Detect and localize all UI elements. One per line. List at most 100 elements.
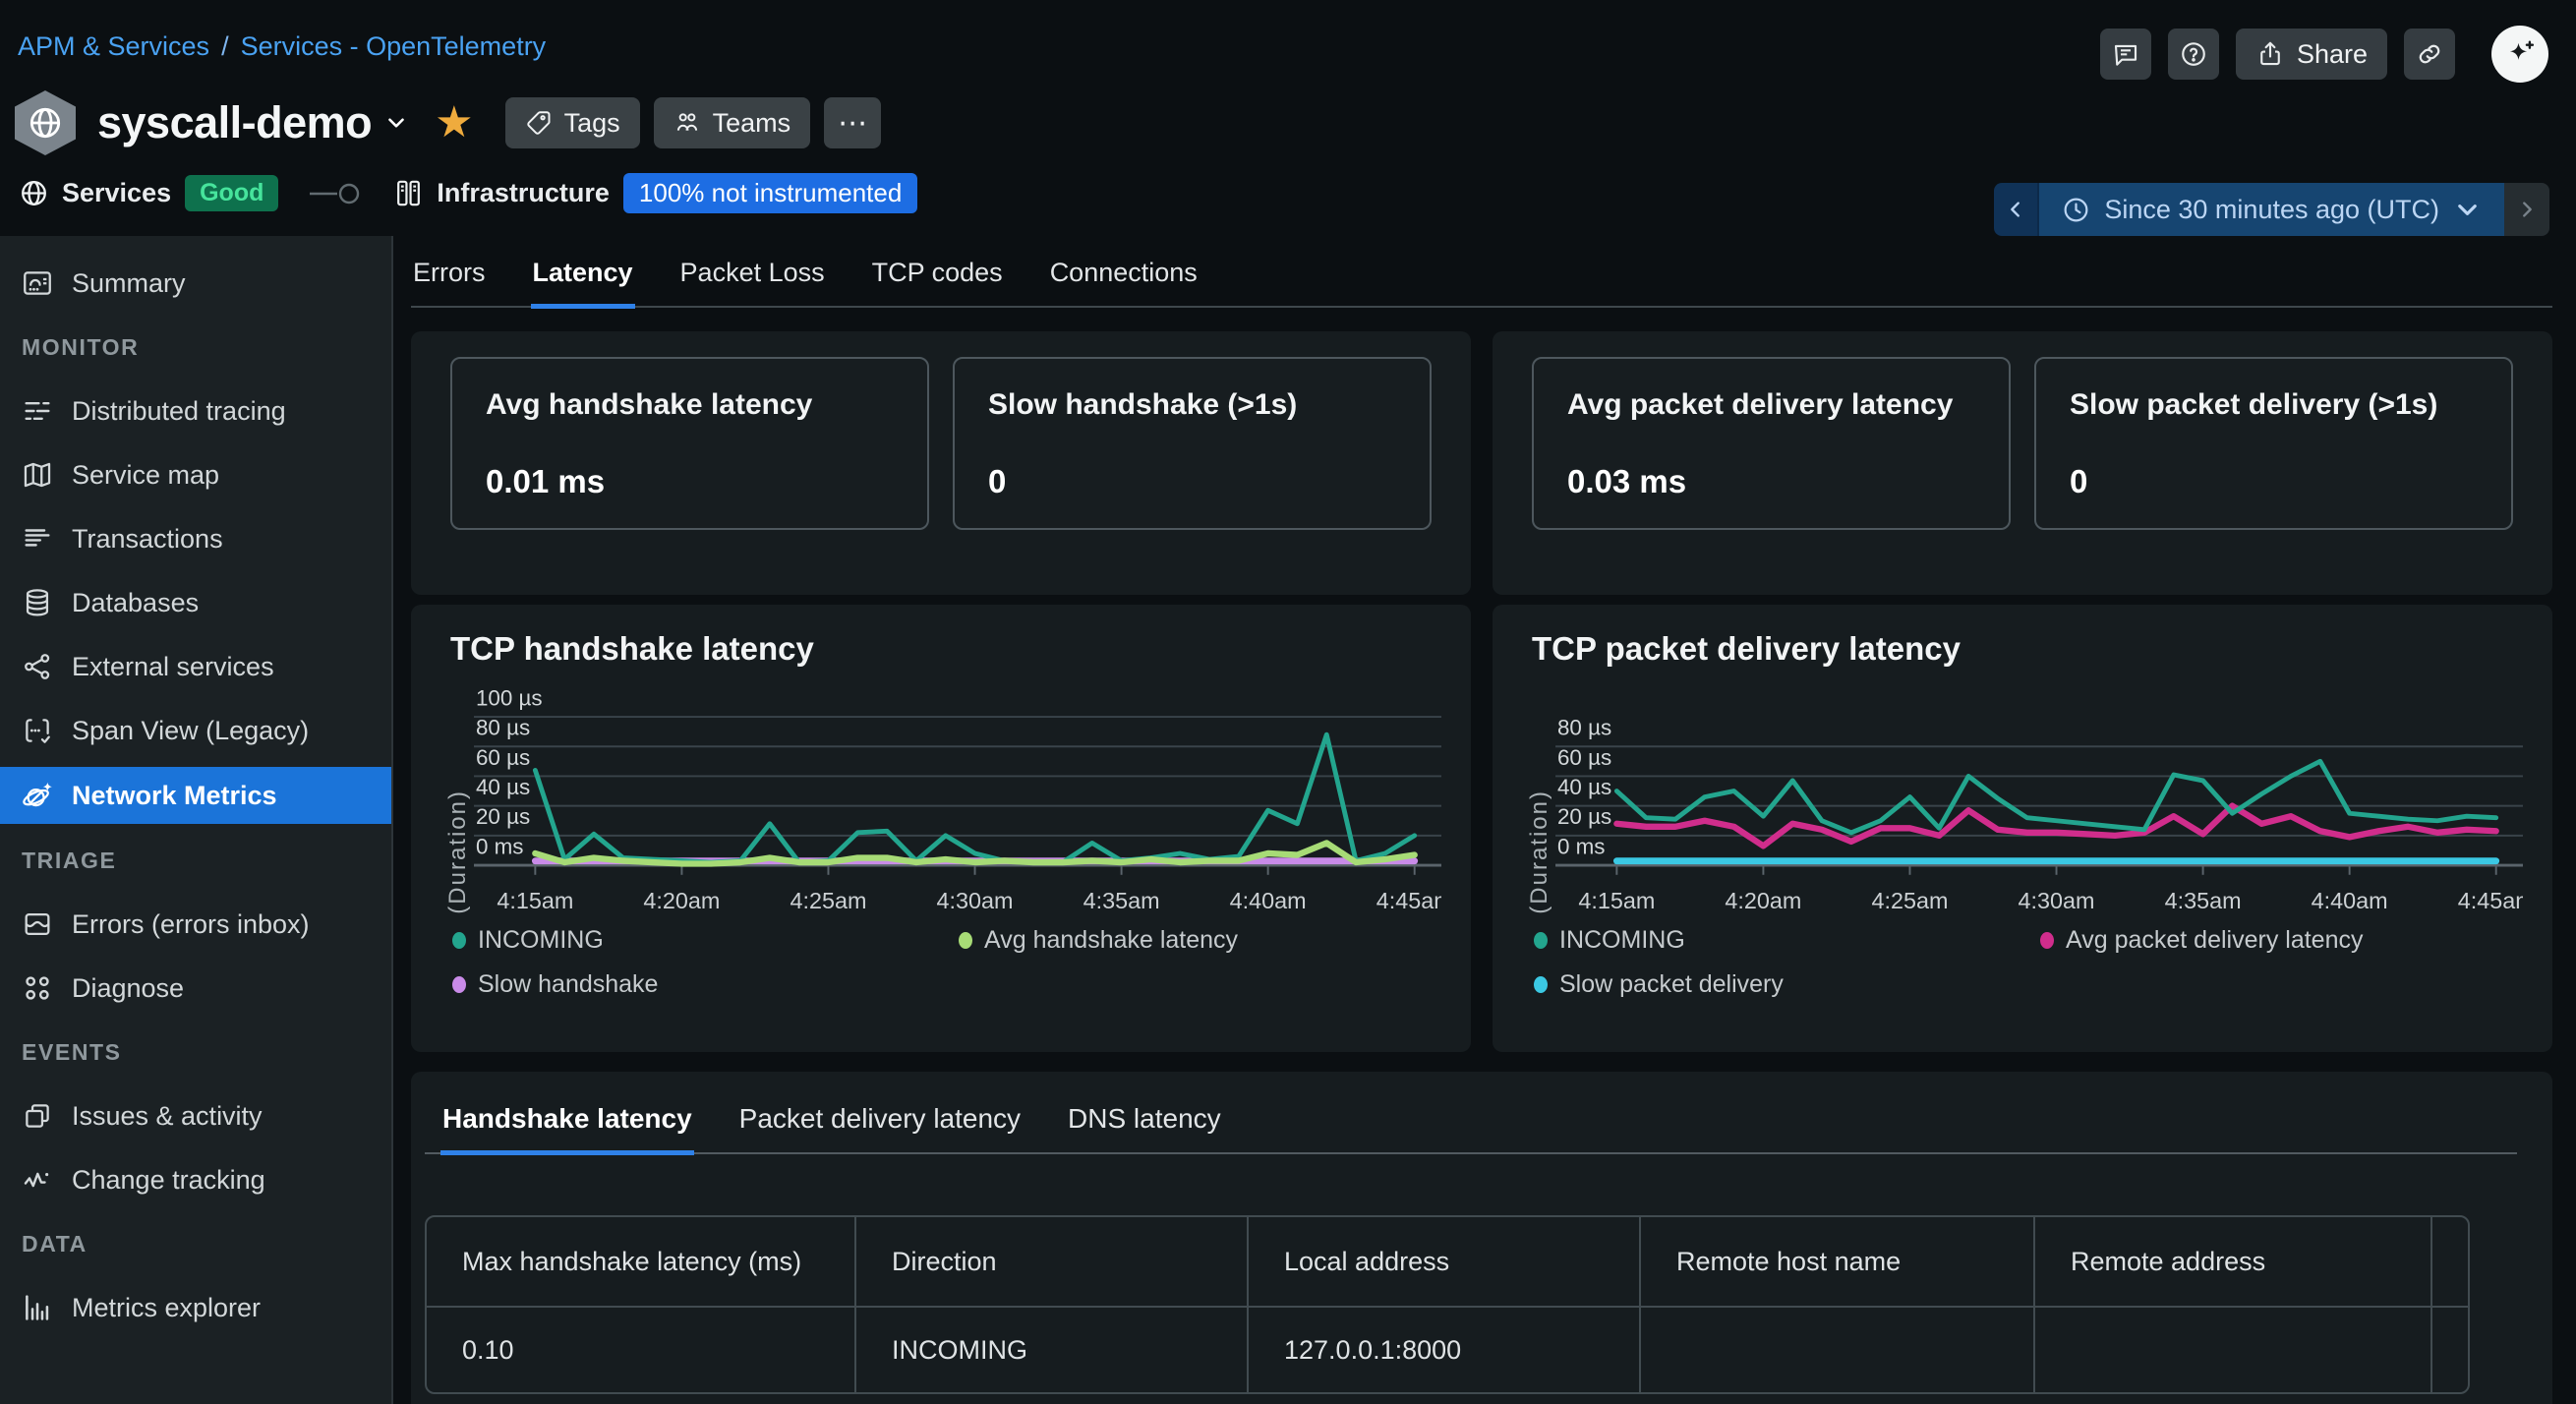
legend-label: Slow packet delivery xyxy=(1559,970,1784,999)
services-status-badge[interactable]: Good xyxy=(185,175,278,211)
time-range-picker: Since 30 minutes ago (UTC) xyxy=(1994,183,2549,236)
time-range-back-button[interactable] xyxy=(1994,183,2039,236)
tab-tcp-codes[interactable]: TCP codes xyxy=(870,248,1005,309)
legend-label: Avg packet delivery latency xyxy=(2066,926,2363,955)
chart-legend: INCOMING Slow handshake Avg handshake late… xyxy=(452,926,1441,999)
sidebar-item-label: Summary xyxy=(72,268,186,299)
favorite-star-icon[interactable]: ★ xyxy=(435,101,473,145)
svg-text:4:20am: 4:20am xyxy=(643,888,720,913)
stat-card-value: 0.01 ms xyxy=(486,463,894,500)
sidebar-section-label-triage: TRIAGE xyxy=(0,846,391,875)
teams-button[interactable]: Teams xyxy=(654,97,811,148)
main-tab-bar: Errors Latency Packet Loss TCP codes Connect… xyxy=(411,248,2552,308)
service-hexagon-icon xyxy=(15,90,76,155)
sidebar-item-errors-errors-inbox[interactable]: Errors (errors inbox) xyxy=(0,897,391,952)
sub-tab-handshake-latency[interactable]: Handshake latency xyxy=(440,1093,694,1155)
external-services-icon xyxy=(21,650,54,683)
help-question-icon xyxy=(2179,39,2208,69)
sidebar-item-span-view-legacy[interactable]: Span View (Legacy) xyxy=(0,703,391,758)
table-row[interactable]: 0.10INCOMING127.0.0.1:8000 xyxy=(427,1306,2468,1392)
stat-card-title: Slow packet delivery (>1s) xyxy=(2070,386,2478,424)
tab-connections[interactable]: Connections xyxy=(1048,248,1200,309)
sidebar-item-issues-activity[interactable]: Issues & activity xyxy=(0,1088,391,1143)
sidebar-item-change-tracking[interactable]: Change tracking xyxy=(0,1152,391,1207)
sidebar-item-metrics-explorer[interactable]: Metrics explorer xyxy=(0,1280,391,1335)
breadcrumb-link-services-opentelemetry[interactable]: Services - OpenTelemetry xyxy=(241,31,547,62)
connector-icon xyxy=(306,179,367,208)
title-chevron-down-icon[interactable] xyxy=(383,110,409,136)
sidebar-item-network-metrics[interactable]: Network Metrics xyxy=(0,767,391,824)
charts-row: TCP handshake latency(Duration)0 ms20 µs… xyxy=(411,605,2552,1052)
tags-button[interactable]: Tags xyxy=(505,97,640,148)
legend-item-avg-packet-delivery-latency[interactable]: Avg packet delivery latency xyxy=(2040,926,2523,955)
sidebar-item-label: Metrics explorer xyxy=(72,1293,261,1323)
legend-label: INCOMING xyxy=(478,926,604,955)
legend-label: Avg handshake latency xyxy=(984,926,1238,955)
sub-tab-packet-delivery-latency[interactable]: Packet delivery latency xyxy=(737,1093,1023,1155)
time-range-forward-button[interactable] xyxy=(2504,183,2549,236)
sidebar-item-label: External services xyxy=(72,652,274,682)
infrastructure-label: Infrastructure xyxy=(437,178,610,208)
databases-icon xyxy=(21,586,54,619)
sidebar-item-distributed-tracing[interactable]: Distributed tracing xyxy=(0,383,391,439)
svg-text:4:40am: 4:40am xyxy=(1230,888,1307,913)
infrastructure-hosts-icon xyxy=(392,177,425,209)
sidebar-item-service-map[interactable]: Service map xyxy=(0,447,391,502)
stat-card-avg-packet-delivery-latency: Avg packet delivery latency0.03 ms xyxy=(1532,357,2011,530)
network-metrics-icon xyxy=(21,779,54,812)
sidebar-item-external-services[interactable]: External services xyxy=(0,639,391,694)
legend-item-avg-handshake-latency[interactable]: Avg handshake latency xyxy=(959,926,1441,955)
tab-latency[interactable]: Latency xyxy=(531,248,635,309)
sidebar-section-label-events: EVENTS xyxy=(0,1037,391,1067)
legend-item-slow-packet-delivery[interactable]: Slow packet delivery xyxy=(1534,970,2040,999)
entity-header: syscall-demo ★ Tags Teams ⋯ xyxy=(15,90,881,155)
infrastructure-badge[interactable]: 100% not instrumented xyxy=(623,173,917,213)
sidebar-item-label: Service map xyxy=(72,460,219,491)
breadcrumb: APM & Services / Services - OpenTelemetr… xyxy=(18,31,546,62)
column-header-local-address: Local address xyxy=(1249,1217,1641,1306)
legend-item-incoming[interactable]: INCOMING xyxy=(452,926,959,955)
svg-text:4:40am: 4:40am xyxy=(2312,888,2388,913)
legend-item-slow-handshake[interactable]: Slow handshake xyxy=(452,970,959,999)
table-cell: 127.0.0.1:8000 xyxy=(1249,1306,1641,1392)
app-window: APM & Services / Services - OpenTelemetr… xyxy=(0,0,2576,1404)
share-button[interactable]: Share xyxy=(2236,29,2387,80)
ai-assistant-button[interactable] xyxy=(2491,26,2548,83)
y-axis-label: (Duration) xyxy=(440,681,474,916)
svg-text:20 µs: 20 µs xyxy=(1557,804,1611,829)
stat-panel: Avg handshake latency0.01 msSlow handsha… xyxy=(411,331,1471,595)
sidebar-item-label: Diagnose xyxy=(72,973,184,1004)
copy-link-button[interactable] xyxy=(2404,29,2455,80)
feedback-chat-icon xyxy=(2111,39,2140,69)
svg-text:40 µs: 40 µs xyxy=(476,775,530,799)
sidebar-item-label: Transactions xyxy=(72,524,223,555)
sidebar-item-databases[interactable]: Databases xyxy=(0,575,391,630)
sidebar-item-label: Errors (errors inbox) xyxy=(72,909,310,940)
stat-cards-row: Avg handshake latency0.01 msSlow handsha… xyxy=(411,331,2552,595)
feedback-button[interactable] xyxy=(2100,29,2151,80)
column-header-spacer xyxy=(2432,1217,2468,1306)
chevron-down-icon xyxy=(2452,195,2483,225)
summary-icon xyxy=(21,266,54,300)
services-globe-icon xyxy=(18,177,50,209)
stat-card-title: Avg packet delivery latency xyxy=(1567,386,1975,424)
sidebar-item-summary[interactable]: Summary xyxy=(0,256,391,311)
svg-text:4:25am: 4:25am xyxy=(1871,888,1948,913)
svg-text:20 µs: 20 µs xyxy=(476,804,530,829)
sub-tab-dns-latency[interactable]: DNS latency xyxy=(1066,1093,1223,1155)
more-options-button[interactable]: ⋯ xyxy=(824,97,881,148)
breadcrumb-link-apm-services[interactable]: APM & Services xyxy=(18,31,209,62)
tab-packet-loss[interactable]: Packet Loss xyxy=(678,248,827,309)
chart-panel-tcp-packet-delivery-latency: TCP packet delivery latency(Duration)0 m… xyxy=(1493,605,2552,1052)
column-header-remote-host-name: Remote host name xyxy=(1641,1217,2035,1306)
legend-item-incoming[interactable]: INCOMING xyxy=(1534,926,2040,955)
time-range-dropdown[interactable]: Since 30 minutes ago (UTC) xyxy=(2039,183,2504,236)
global-actions: Share xyxy=(2100,26,2548,83)
help-button[interactable] xyxy=(2168,29,2219,80)
legend-label: Slow handshake xyxy=(478,970,658,999)
sidebar-item-transactions[interactable]: Transactions xyxy=(0,511,391,566)
table-cell: INCOMING xyxy=(856,1306,1249,1392)
sidebar-item-diagnose[interactable]: Diagnose xyxy=(0,961,391,1016)
tab-errors[interactable]: Errors xyxy=(411,248,488,309)
issues-activity-icon xyxy=(21,1099,54,1133)
